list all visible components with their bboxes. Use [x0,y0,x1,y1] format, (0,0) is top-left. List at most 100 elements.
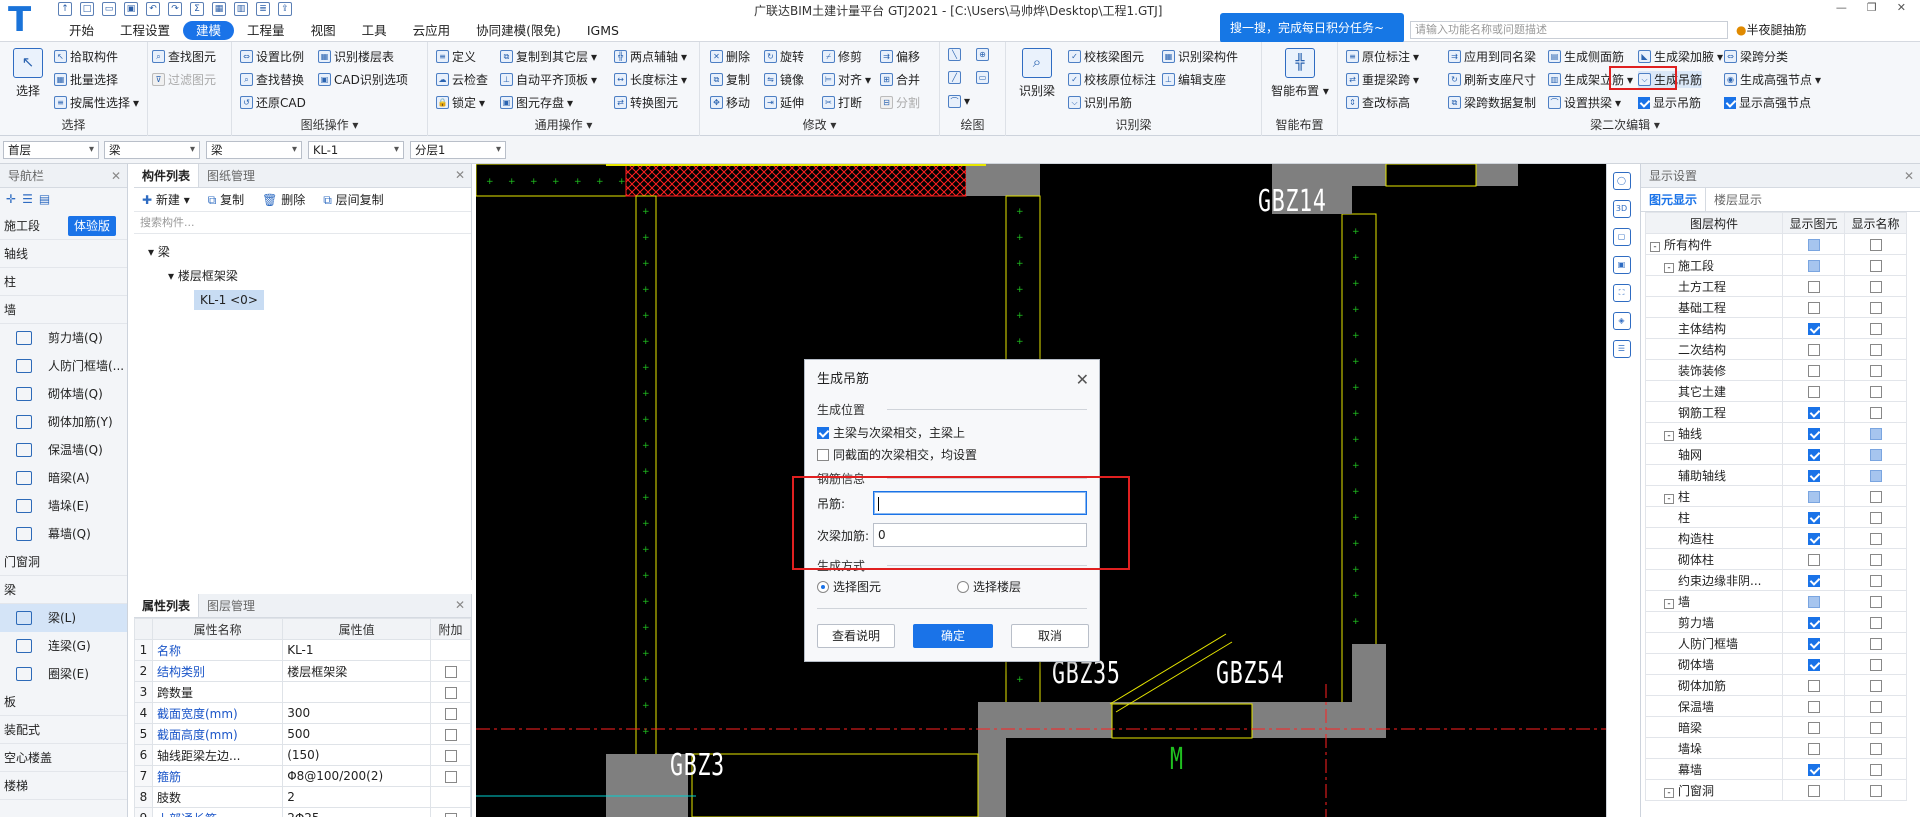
draw-point-button[interactable]: ⊕ [976,48,989,61]
layer-select[interactable]: 分层1 [410,141,506,159]
copy-button[interactable]: ⧉ 复制 [710,71,750,88]
show-name-checkbox[interactable] [1869,721,1882,734]
tab-element-display[interactable]: 图元显示 [1641,188,1707,211]
menu-3[interactable]: 工程量 [234,21,298,40]
tab-layer-manage[interactable]: 图层管理 [199,594,263,617]
open-folder-icon[interactable]: ▭ [102,2,116,16]
copy-to-layer-button[interactable]: ⧉ 复制到其它层 ▾ [500,48,597,65]
recognize-beam-button[interactable]: ⌕ 识别梁 [1014,48,1060,99]
prop-value[interactable]: 500 [282,723,431,745]
copy-button[interactable]: ⧉ 复制 [208,191,244,208]
display-row[interactable]: 基础工程 [1645,296,1907,318]
ok-button[interactable]: 确定 [913,624,993,648]
orbit-icon[interactable]: ◯ [1612,172,1631,190]
nav-item[interactable]: 装配式 [0,716,127,744]
show-name-checkbox[interactable] [1869,448,1882,461]
display-row[interactable]: 土方工程 [1645,275,1907,297]
span-data-copy-button[interactable]: ⧉ 梁跨数据复制 [1448,94,1536,111]
expand-icon[interactable]: - [1664,493,1674,504]
show-element-checkbox[interactable] [1807,343,1820,356]
display-row[interactable]: 二次结构 [1645,338,1907,360]
batch-select-button[interactable]: ▦ 批量选择 [54,71,118,88]
nav-subitem[interactable]: 圈梁(E) [0,660,127,688]
inplace-label-button[interactable]: ≡ 原位标注 ▾ [1346,48,1419,65]
nav-stage[interactable]: 施工段 体验版 [0,212,127,240]
nav-subitem[interactable]: 暗梁(A) [0,464,127,492]
save-element-button[interactable]: ▣ 图元存盘 ▾ [500,94,573,111]
break-button[interactable]: ✂ 打断 [822,94,862,111]
prop-row[interactable]: 6 轴线距梁左边... (150) [134,744,471,766]
nav-item[interactable]: 梁 [0,576,127,604]
chart-icon[interactable]: ▥ [234,2,248,16]
show-element-checkbox[interactable] [1807,322,1820,335]
move-button[interactable]: ✥ 移动 [710,94,750,111]
new-file-icon[interactable]: □ [80,2,94,16]
show-name-checkbox[interactable] [1869,784,1882,797]
delete-button[interactable]: 🗑 删除 [262,191,305,208]
find-replace-button[interactable]: ⌕ 查找替换 [240,71,304,88]
recognize-hanger-button[interactable]: ⌵ 识别吊筋 [1068,94,1132,111]
prop-value[interactable]: 300 [282,702,431,724]
display-row[interactable]: 砌体加筋 [1645,674,1907,696]
type-select-2[interactable]: 梁 [206,141,302,159]
extra-checkbox[interactable] [444,770,457,783]
menu-5[interactable]: 工具 [349,21,400,40]
display-row[interactable]: 剪力墙 [1645,611,1907,633]
cloud-check-button[interactable]: ☁ 云检查 [436,71,488,88]
redo-icon[interactable]: ↷ [168,2,182,16]
filter-element-button[interactable]: ⊽ 过滤图元 [152,71,216,88]
expand-icon[interactable]: - [1664,598,1674,609]
show-hanger-checkbox[interactable] [1638,96,1650,109]
display-row[interactable]: -柱 [1645,485,1907,507]
pin-icon[interactable]: ✛ [6,192,16,208]
expand-icon[interactable]: - [1664,262,1674,273]
prop-row[interactable]: 4 截面宽度(mm) 300 [134,702,471,724]
show-element-checkbox[interactable] [1807,679,1820,692]
show-element-checkbox[interactable] [1807,616,1820,629]
display-row[interactable]: - 所有构件 [1645,233,1907,255]
show-name-checkbox[interactable] [1869,742,1882,755]
user-name[interactable]: ●半夜腿抽筋 [1736,21,1807,38]
nav-item[interactable]: 柱 [0,268,127,296]
report-icon[interactable]: ≣ [256,2,270,16]
3d-view-icon[interactable]: 3D [1612,200,1631,218]
tree-node-beam[interactable]: ▾ 梁 [134,240,471,264]
re-span-button[interactable]: ⇄ 重提梁跨 ▾ [1346,71,1419,88]
offset-button[interactable]: ⇉ 偏移 [880,48,920,65]
mode-select-element[interactable]: 选择图元 [817,578,881,595]
layer-copy-button[interactable]: ⧉ 层间复制 [323,191,383,208]
prop-value[interactable]: Φ8@100/200(2) [282,765,431,787]
component-search-input[interactable]: 搜索构件... [134,212,471,234]
prop-row[interactable]: 3 跨数量 [134,681,471,703]
prop-value[interactable]: 楼层框架梁 [282,660,431,682]
show-element-checkbox[interactable] [1807,721,1820,734]
display-row[interactable]: - 施工段 [1645,254,1907,276]
detail-view-icon[interactable]: ▤ [39,192,50,208]
show-name-checkbox[interactable] [1869,259,1882,272]
prop-value[interactable]: 2Φ25 [282,807,431,817]
show-name-checkbox[interactable] [1869,322,1882,335]
display-row[interactable]: 构造柱 [1645,527,1907,549]
display-row[interactable]: - 门窗洞 [1645,779,1907,801]
display-row[interactable]: 砌体柱 [1645,548,1907,570]
floor-select[interactable]: 首层 [3,141,99,159]
show-name-checkbox[interactable] [1869,511,1882,524]
show-name-checkbox[interactable] [1869,490,1882,503]
prop-value[interactable]: KL-1 [282,639,431,661]
edit-support-button[interactable]: ⊥ 编辑支座 [1162,71,1226,88]
nav-item[interactable]: 墙 [0,296,127,324]
sum-icon[interactable]: Σ [190,2,204,16]
show-node-checkbox[interactable] [1724,96,1736,109]
show-name-checkbox[interactable] [1869,763,1882,776]
nav-subitem[interactable]: 人防门框墙(... [0,352,127,380]
fullscreen-icon[interactable]: ⛶ [1612,284,1631,302]
show-name-checkbox[interactable] [1869,574,1882,587]
show-name-checkbox[interactable] [1869,658,1882,671]
show-element-checkbox[interactable] [1807,532,1820,545]
show-name-checkbox[interactable] [1869,595,1882,608]
check-beam-button[interactable]: ✓ 校核梁图元 [1068,48,1144,65]
cancel-button[interactable]: 取消 [1011,624,1089,648]
smart-layout-button[interactable]: ╬ 智能布置 ▾ [1270,48,1330,99]
delete-button[interactable]: ✕ 删除 [710,48,750,65]
table-icon[interactable]: ▦ [212,2,226,16]
